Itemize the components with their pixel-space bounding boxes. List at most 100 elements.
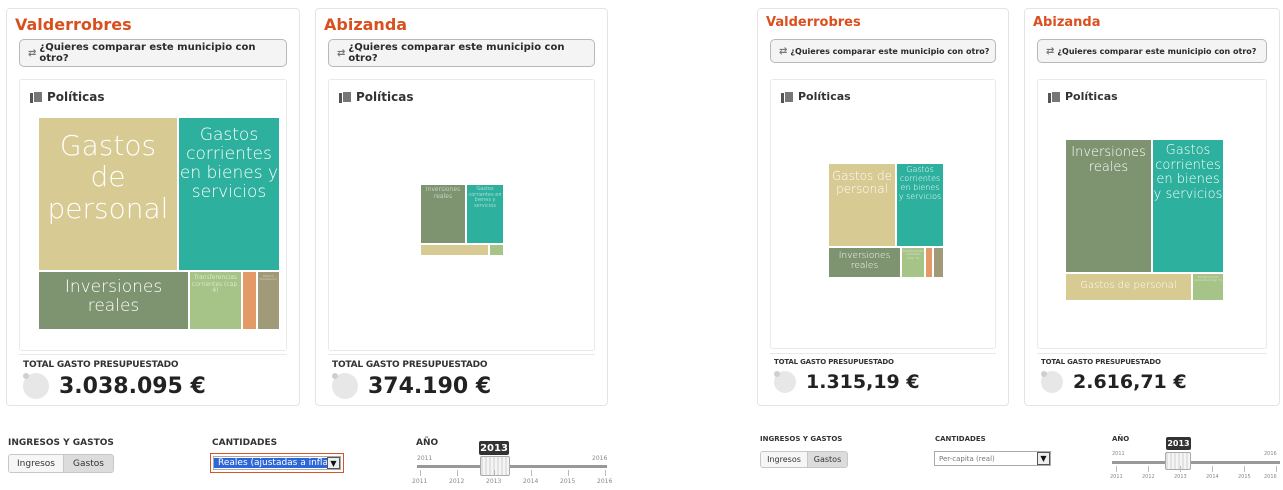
treemap-cell[interactable] [421,245,488,255]
chevron-down-icon: ▼ [327,457,340,469]
cantidades-select[interactable]: Reales (ajustadas a inflación) ▼ [213,456,341,470]
total-value: 374.190 € [368,373,492,399]
treemap-cell[interactable]: Inversiones reales [1066,140,1151,272]
ingresos-button[interactable]: Ingresos [9,455,63,472]
compare-label: ¿Quieres comparar este municipio con otr… [1057,46,1257,56]
treemap-cell[interactable] [926,248,932,277]
total-row: 2.616,71 € [1041,371,1187,393]
right-comparison-view: Valderrobres ⇄ ¿Quieres comparar este mu… [752,0,1283,490]
year-badge: 2013 [479,441,509,455]
total-value: 1.315,19 € [806,371,920,393]
treemap-cell[interactable] [934,248,943,277]
treemap-cell[interactable]: Inversiones reales [829,248,900,277]
compare-label: ¿Quieres comparar este municipio con otr… [348,42,565,64]
documents-icon [30,91,43,103]
municipality-title[interactable]: Valderrobres [766,15,861,30]
compare-municipality-button[interactable]: ⇄ ¿Quieres comparar este municipio con o… [19,39,287,67]
compare-icon: ⇄ [1046,45,1054,57]
gastos-button[interactable]: Gastos [807,452,847,467]
treemap-cell[interactable]: Transferencias corrientes (cap. 4) [1193,274,1223,300]
coin-icon [774,371,796,393]
slider-tick-label: 2015 [560,478,576,485]
politicas-panel: Políticas Inversiones reales Gastos corr… [1037,79,1267,349]
range-start-label: 2011 [1112,451,1125,457]
slider-tick-label: 2013 [1174,474,1187,480]
treemap-cell[interactable]: Transferencias corrientes (cap. 4) [190,272,241,329]
range-end-label: 2016 [592,455,608,462]
range-start-label: 2011 [417,455,433,462]
year-slider-handle[interactable] [1165,452,1191,470]
slider-tick-label: 2014 [1206,474,1219,480]
slider-tick [1276,466,1277,472]
treemap-cell[interactable] [243,272,256,329]
left-comparison-view: Valderrobres ⇄ ¿Quieres comparar este mu… [0,0,630,490]
gastos-button[interactable]: Gastos [63,455,113,472]
politicas-label: Políticas [1065,90,1118,103]
coin-icon [23,373,49,399]
politicas-panel: Políticas Inversiones reales Gastos corr… [328,79,595,351]
politicas-heading: Políticas [781,90,851,103]
documents-icon [1048,90,1061,103]
slider-tick [605,470,606,476]
slider-tick [457,470,458,476]
treemap-cell[interactable]: Transferencias corrientes (cap. 4) [902,248,924,277]
compare-municipality-button[interactable]: ⇄ ¿Quieres comparar este municipio con o… [770,39,996,63]
year-slider-handle[interactable] [480,456,510,476]
coin-icon [1041,371,1063,393]
politicas-heading: Políticas [1048,90,1118,103]
slider-tick [1244,466,1245,472]
treemap-cell[interactable]: Gastos corrientes en bienes y servicios [1153,140,1223,272]
compare-label: ¿Quieres comparar este municipio con otr… [39,42,256,64]
treemap-cell[interactable]: Inversiones reales [39,272,188,329]
compare-icon: ⇄ [779,45,787,57]
treemap-cell[interactable]: Gastos de personal [829,164,895,246]
divider [19,354,287,355]
compare-label: ¿Quieres comparar este municipio con otr… [790,46,990,56]
ingresos-gastos-label: INGRESOS Y GASTOS [8,438,114,448]
treemap-cell[interactable]: Gastos corrientes en bienes y servicios [897,164,943,246]
municipality-title[interactable]: Abizanda [1033,15,1101,30]
treemap-cell[interactable]: Gastos corrientes en bienes y servicios [467,185,503,243]
chevron-down-icon: ▼ [1037,452,1050,465]
slider-tick [531,470,532,476]
year-slider-track[interactable] [417,465,607,468]
compare-municipality-button[interactable]: ⇄ ¿Quieres comparar este municipio con o… [328,39,595,67]
compare-municipality-button[interactable]: ⇄ ¿Quieres comparar este municipio con o… [1037,39,1267,63]
treemap-cell[interactable] [490,245,503,255]
slider-tick-label: 2014 [523,478,539,485]
ingresos-button[interactable]: Ingresos [761,452,807,467]
year-slider-track[interactable] [1112,461,1280,464]
cantidades-label: CANTIDADES [935,435,986,443]
politicas-panel: Políticas Gastos de personal Gastos corr… [770,79,996,349]
range-end-label: 2016 [1264,451,1277,457]
total-label: TOTAL GASTO PRESUPUESTADO [774,358,894,366]
cantidades-label: CANTIDADES [212,438,278,448]
ano-label: AÑO [1112,435,1130,443]
divider [1037,353,1267,354]
treemap-cell[interactable]: Gastos de personal [39,118,177,270]
cantidades-select[interactable]: Per-capita (real) ▼ [934,451,1051,466]
slider-tick-label: 2016 [597,478,613,485]
year-badge: 2013 [1166,437,1191,450]
treemap-cell[interactable]: Gastos corrientes en bienes y servicios [179,118,279,270]
slider-tick-label: 2011 [412,478,428,485]
slider-tick-label: 2012 [449,478,465,485]
treemap-cell[interactable]: Gastos de personal [1066,274,1191,300]
treemap-cell[interactable]: Pasivos financieros [258,272,279,329]
total-label: TOTAL GASTO PRESUPUESTADO [332,360,488,370]
treemap-cell[interactable]: Inversiones reales [421,185,465,243]
slider-tick [1116,466,1117,472]
total-label: TOTAL GASTO PRESUPUESTADO [1041,358,1161,366]
total-row: 1.315,19 € [774,371,920,393]
total-row: 374.190 € [332,373,491,399]
ingresos-gastos-label: INGRESOS Y GASTOS [760,435,843,443]
municipality-card: Abizanda ⇄ ¿Quieres comparar este munici… [1024,8,1280,406]
municipality-title[interactable]: Abizanda [324,15,407,34]
municipality-title[interactable]: Valderrobres [15,15,132,34]
politicas-label: Políticas [798,90,851,103]
politicas-panel: Políticas Gastos de personal Gastos corr… [19,79,287,351]
total-row: 3.038.095 € [23,373,206,399]
ano-label: AÑO [416,438,439,448]
slider-tick [568,470,569,476]
politicas-label: Políticas [47,90,105,104]
